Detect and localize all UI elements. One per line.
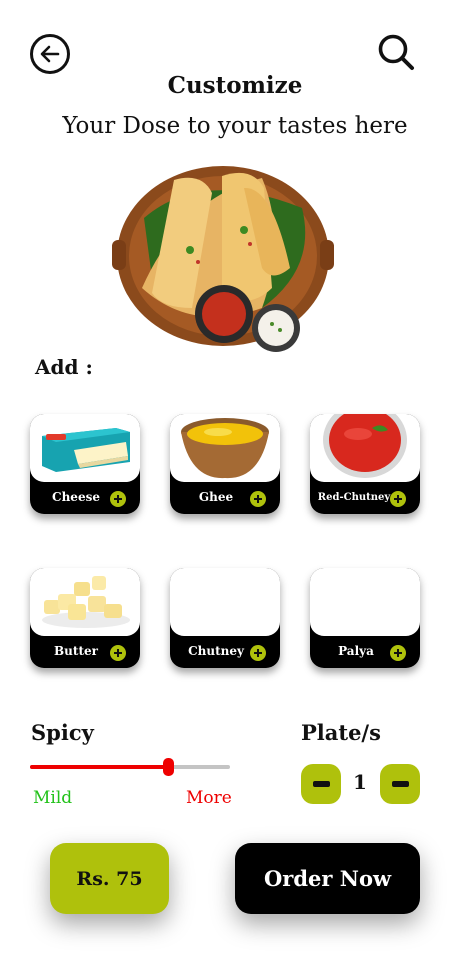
- ghee-image: [170, 414, 280, 482]
- decrease-plates-button[interactable]: [301, 764, 341, 804]
- red-chutney-image: [310, 414, 420, 482]
- plates-quantity: 1: [353, 770, 367, 794]
- palya-image: [310, 568, 420, 636]
- add-cheese-button[interactable]: [110, 491, 126, 507]
- spicy-slider[interactable]: [30, 755, 230, 779]
- spicy-min-label: Mild: [33, 788, 73, 808]
- plus-icon: [254, 495, 262, 503]
- addon-card-chutney[interactable]: Chutney: [170, 568, 280, 668]
- spicy-label: Spicy: [31, 720, 94, 745]
- addon-card-palya[interactable]: Palya: [310, 568, 420, 668]
- minus-icon: [312, 781, 330, 787]
- addon-card-cheese[interactable]: Cheese: [30, 414, 140, 514]
- page-subtitle: Your Dose to your tastes here: [62, 113, 408, 139]
- add-ghee-button[interactable]: [250, 491, 266, 507]
- cheese-image: [30, 414, 140, 482]
- addon-name: Cheese: [52, 490, 100, 504]
- plates-label: Plate/s: [301, 720, 381, 745]
- minus-icon: [391, 781, 409, 787]
- add-chutney-button[interactable]: [250, 645, 266, 661]
- addon-name: Chutney: [188, 644, 244, 658]
- plus-icon: [114, 495, 122, 503]
- add-butter-button[interactable]: [110, 645, 126, 661]
- butter-image: [30, 568, 140, 636]
- plus-icon: [394, 649, 402, 657]
- page-title: Customize: [167, 72, 303, 99]
- slider-fill: [30, 765, 168, 769]
- addon-card-ghee[interactable]: Ghee: [170, 414, 280, 514]
- addon-name: Red-Chutney: [317, 492, 391, 503]
- search-icon: [378, 34, 414, 70]
- plus-icon: [394, 495, 402, 503]
- back-button[interactable]: [30, 34, 70, 74]
- price-button[interactable]: Rs. 75: [50, 843, 169, 914]
- back-arrow-icon: [40, 45, 60, 63]
- addon-card-red-chutney[interactable]: Red-Chutney: [310, 414, 420, 514]
- dosa-plate-image: [112, 166, 334, 352]
- search-button[interactable]: [376, 32, 416, 72]
- plus-icon: [114, 649, 122, 657]
- slider-thumb[interactable]: [162, 758, 174, 776]
- add-ons-label: Add :: [35, 355, 93, 379]
- increase-plates-button[interactable]: [380, 764, 420, 804]
- chutney-image: [170, 568, 280, 636]
- add-red-chutney-button[interactable]: [390, 491, 406, 507]
- order-now-button[interactable]: Order Now: [235, 843, 420, 914]
- spicy-max-label: More: [186, 788, 232, 808]
- addon-name: Butter: [54, 644, 98, 658]
- addon-card-butter[interactable]: Butter: [30, 568, 140, 668]
- addon-name: Ghee: [198, 490, 234, 504]
- add-palya-button[interactable]: [390, 645, 406, 661]
- addon-name: Palya: [338, 644, 374, 658]
- plus-icon: [254, 649, 262, 657]
